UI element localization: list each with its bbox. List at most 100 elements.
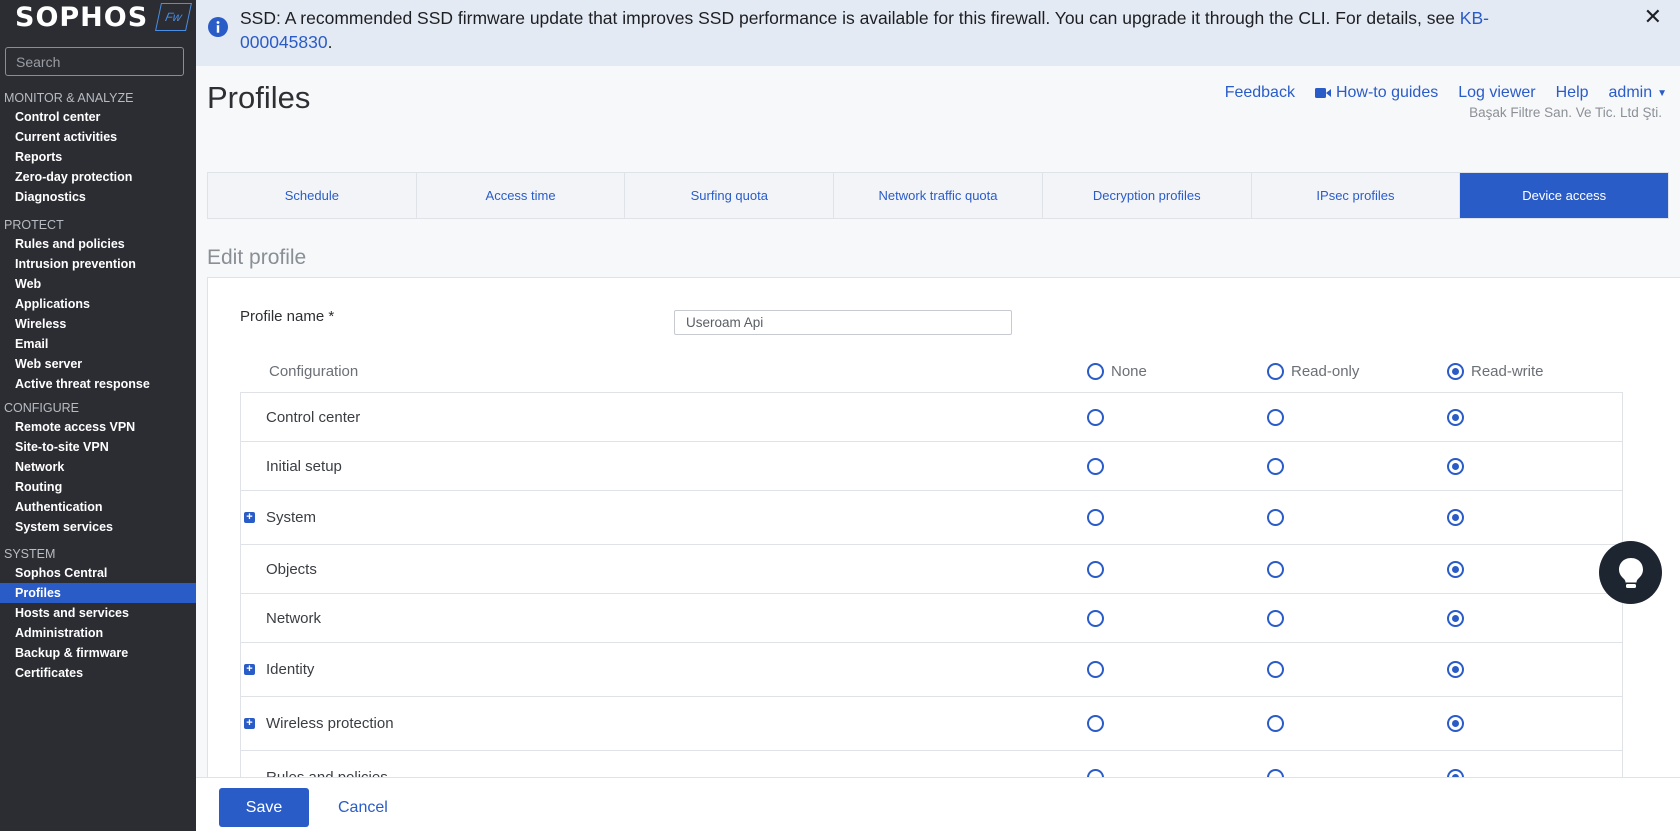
column-none-label: None [1111, 363, 1147, 380]
sidebar-item-administration[interactable]: Administration [0, 623, 196, 643]
sidebar-item-email[interactable]: Email [0, 334, 196, 354]
save-button[interactable]: Save [219, 788, 309, 827]
column-none[interactable]: None [1087, 363, 1147, 380]
network-read-write-radio[interactable] [1447, 610, 1464, 627]
sidebar-item-remote-access-vpn[interactable]: Remote access VPN [0, 417, 196, 437]
expand-icon[interactable]: + [244, 512, 255, 523]
nav-heading: PROTECT [4, 218, 64, 232]
cancel-button[interactable]: Cancel [338, 799, 388, 817]
profile-name-input[interactable] [674, 310, 1012, 335]
sidebar-item-wireless[interactable]: Wireless [0, 314, 196, 334]
log-viewer-link[interactable]: Log viewer [1458, 84, 1535, 102]
system-none-radio[interactable] [1087, 509, 1104, 526]
help-link[interactable]: Help [1556, 84, 1589, 102]
logo-text: SOPHOS [15, 1, 149, 33]
objects-none-radio[interactable] [1087, 561, 1104, 578]
wireless-protection-read-only-radio[interactable] [1267, 715, 1284, 732]
tab-decryption-profiles[interactable]: Decryption profiles [1043, 173, 1252, 218]
sidebar-item-routing[interactable]: Routing [0, 477, 196, 497]
sidebar-item-profiles[interactable]: Profiles [0, 583, 196, 603]
sidebar-item-network[interactable]: Network [0, 457, 196, 477]
tab-access-time[interactable]: Access time [417, 173, 626, 218]
identity-read-write-radio[interactable] [1447, 661, 1464, 678]
column-none-radio[interactable] [1087, 363, 1104, 380]
nav-heading: MONITOR & ANALYZE [4, 91, 134, 105]
sidebar-item-applications[interactable]: Applications [0, 294, 196, 314]
initial-setup-none-radio[interactable] [1087, 458, 1104, 475]
rules-and-policies-read-write-radio[interactable] [1447, 769, 1464, 777]
sidebar-item-sophos-central[interactable]: Sophos Central [0, 563, 196, 583]
page-title: Profiles [207, 80, 311, 115]
lightbulb-button[interactable] [1599, 541, 1662, 604]
tab-schedule[interactable]: Schedule [208, 173, 417, 218]
sidebar-item-web[interactable]: Web [0, 274, 196, 294]
network-read-only-radio[interactable] [1267, 610, 1284, 627]
wireless-protection-none-radio[interactable] [1087, 715, 1104, 732]
tab-device-access[interactable]: Device access [1460, 173, 1669, 218]
system-read-only-radio[interactable] [1267, 509, 1284, 526]
admin-menu[interactable]: admin ▼ [1609, 84, 1667, 102]
profile-name-label: Profile name * [240, 308, 335, 325]
sidebar-item-web-server[interactable]: Web server [0, 354, 196, 374]
how-to-guides-link[interactable]: How-to guides [1314, 84, 1438, 102]
edit-profile-panel: Profile name * Configuration None Read-o… [207, 277, 1680, 777]
identity-none-radio[interactable] [1087, 661, 1104, 678]
rules-and-policies-read-only-radio[interactable] [1267, 769, 1284, 777]
sidebar-item-authentication[interactable]: Authentication [0, 497, 196, 517]
sidebar-item-certificates[interactable]: Certificates [0, 663, 196, 683]
feedback-link[interactable]: Feedback [1225, 84, 1295, 102]
system-read-write-radio[interactable] [1447, 509, 1464, 526]
column-read-only-label: Read-only [1291, 363, 1360, 380]
banner-text: SSD: A recommended SSD firmware update t… [240, 8, 1460, 28]
tab-surfing-quota[interactable]: Surfing quota [625, 173, 835, 218]
network-none-radio[interactable] [1087, 610, 1104, 627]
top-links: Feedback How-to guides Log viewer Help a… [1205, 84, 1667, 102]
row-label-network: Network [266, 610, 322, 627]
wireless-protection-read-write-radio[interactable] [1447, 715, 1464, 732]
sidebar-item-intrusion-prevention[interactable]: Intrusion prevention [0, 254, 196, 274]
close-icon[interactable]: ✕ [1644, 4, 1662, 30]
column-read-only[interactable]: Read-only [1267, 363, 1359, 380]
sidebar-item-current-activities[interactable]: Current activities [0, 127, 196, 147]
nav-section-protect: PROTECT Rules and policies Intrusion preve… [0, 216, 196, 394]
objects-read-write-radio[interactable] [1447, 561, 1464, 578]
nav-heading: CONFIGURE [4, 401, 79, 415]
objects-read-only-radio[interactable] [1267, 561, 1284, 578]
edit-profile-title: Edit profile [207, 246, 307, 269]
control-center-read-only-radio[interactable] [1267, 409, 1284, 426]
initial-setup-read-write-radio[interactable] [1447, 458, 1464, 475]
table-row: + System [241, 491, 1622, 545]
profile-tabs: Schedule Access time Surfing quota Network … [207, 172, 1669, 219]
org-name: Başak Filtre San. Ve Tic. Ltd Şti. [1469, 105, 1662, 120]
tab-ipsec-profiles[interactable]: IPsec profiles [1252, 173, 1461, 218]
control-center-none-radio[interactable] [1087, 409, 1104, 426]
row-label-rules-and-policies: Rules and policies [266, 769, 388, 777]
sidebar-item-zero-day-protection[interactable]: Zero-day protection [0, 167, 196, 187]
sidebar-item-reports[interactable]: Reports [0, 147, 196, 167]
expand-icon[interactable]: + [244, 718, 255, 729]
column-read-only-radio[interactable] [1267, 363, 1284, 380]
expand-icon[interactable]: + [244, 664, 255, 675]
column-read-write-radio[interactable] [1447, 363, 1464, 380]
sidebar-item-system-services[interactable]: System services [0, 517, 196, 537]
sidebar: SOPHOS Fw MONITOR & ANALYZE Control cente… [0, 0, 197, 831]
identity-read-only-radio[interactable] [1267, 661, 1284, 678]
rules-and-policies-none-radio[interactable] [1087, 769, 1104, 777]
logo-badge: Fw [155, 3, 193, 31]
sidebar-item-site-to-site-vpn[interactable]: Site-to-site VPN [0, 437, 196, 457]
control-center-read-write-radio[interactable] [1447, 409, 1464, 426]
sidebar-item-backup-and-firmware[interactable]: Backup & firmware [0, 643, 196, 663]
sidebar-item-active-threat-response[interactable]: Active threat response [0, 374, 196, 394]
search-input[interactable] [16, 53, 197, 70]
sophos-logo[interactable]: SOPHOS Fw [15, 1, 193, 33]
sidebar-item-hosts-and-services[interactable]: Hosts and services [0, 603, 196, 623]
tab-network-traffic-quota[interactable]: Network traffic quota [834, 173, 1043, 218]
sidebar-item-rules-and-policies[interactable]: Rules and policies [0, 234, 196, 254]
column-read-write[interactable]: Read-write [1447, 363, 1544, 380]
table-row: Objects [241, 545, 1622, 594]
sidebar-item-diagnostics[interactable]: Diagnostics [0, 187, 196, 207]
video-camera-icon [1314, 88, 1331, 98]
sidebar-item-control-center[interactable]: Control center [0, 107, 196, 127]
nav-section-monitor-and-analyze: MONITOR & ANALYZE Control center Current a… [0, 89, 196, 207]
initial-setup-read-only-radio[interactable] [1267, 458, 1284, 475]
